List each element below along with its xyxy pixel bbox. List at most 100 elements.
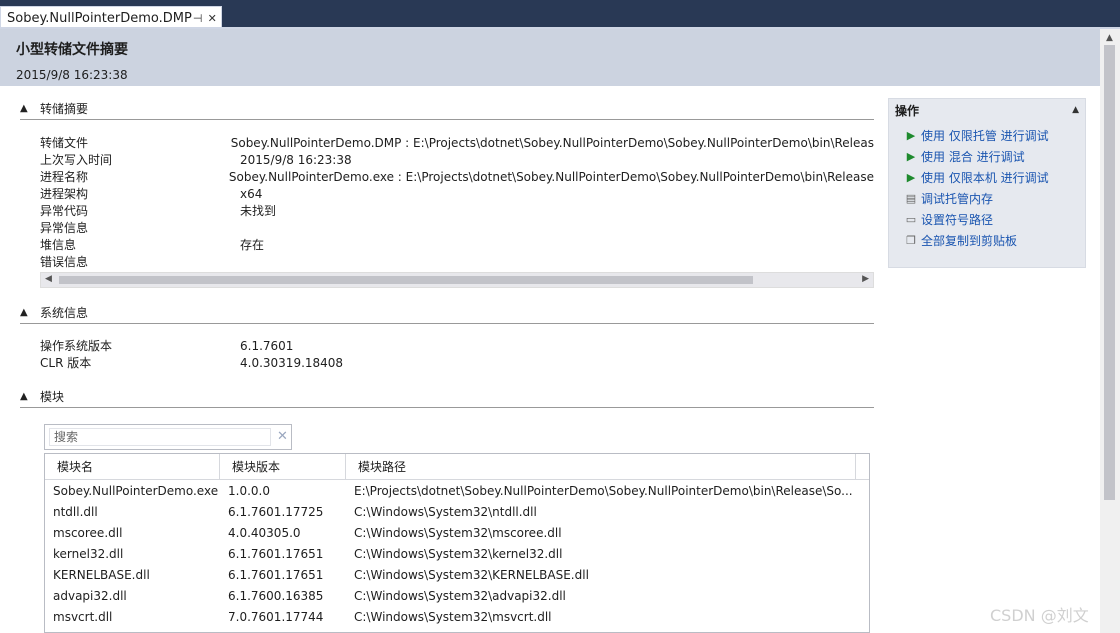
module-search-input[interactable] <box>49 428 271 446</box>
table-row[interactable]: advapi32.dll 6.1.7600.16385 C:\Windows\Sys… <box>45 585 869 606</box>
watermark: CSDN @刘文 <box>990 606 1089 625</box>
actions-panel-title: 操作 <box>895 103 920 118</box>
collapse-chevron-icon[interactable]: ▲ <box>20 307 36 318</box>
dump-summary-row: 堆信息 存在 <box>40 237 874 254</box>
action-label[interactable]: 设置符号路径 <box>921 211 993 228</box>
folder-icon: ▭ <box>905 213 917 226</box>
field-label: 进程名称 <box>40 170 89 184</box>
vertical-scrollbar[interactable]: ▲ <box>1100 29 1120 633</box>
horizontal-scrollbar[interactable]: ◀ ▶ <box>40 272 874 288</box>
field-label: 错误信息 <box>40 255 89 269</box>
action-label[interactable]: 全部复制到剪贴板 <box>921 232 1017 249</box>
actions-panel-header[interactable]: 操作 ▲ <box>889 99 1085 121</box>
action-debug-mixed[interactable]: ▶ 使用 混合 进行调试 <box>903 146 1085 167</box>
module-name-cell: msvcrt.dll <box>53 609 113 624</box>
dump-summary-row: 异常信息 <box>40 220 874 237</box>
module-path-cell: C:\Windows\System32\kernel32.dll <box>354 546 563 561</box>
module-name-cell: advapi32.dll <box>53 588 127 603</box>
module-version-cell: 1.0.0.0 <box>228 483 270 498</box>
field-value: Sobey.NullPointerDemo.exe : E:\Projects\… <box>228 170 874 184</box>
field-value: 6.1.7601 <box>240 339 294 353</box>
modules-table-header: 模块名 模块版本 模块路径 <box>45 454 869 480</box>
actions-panel: 操作 ▲ ▶ 使用 仅限托管 进行调试 ▶ 使用 混合 进行调试 ▶ 使用 仅限… <box>888 98 1086 268</box>
field-label: 操作系统版本 <box>40 339 113 353</box>
collapse-chevron-icon[interactable]: ▲ <box>20 391 36 402</box>
scroll-left-arrow-icon[interactable]: ◀ <box>45 274 52 284</box>
action-label[interactable]: 调试托管内存 <box>921 190 993 207</box>
module-version-cell: 4.0.40305.0 <box>228 525 301 540</box>
module-version-cell: 7.0.7601.17744 <box>228 609 324 624</box>
field-label: CLR 版本 <box>40 356 92 370</box>
field-label: 转储文件 <box>40 136 89 150</box>
vertical-scroll-thumb[interactable] <box>1104 45 1115 500</box>
action-debug-managed-only[interactable]: ▶ 使用 仅限托管 进行调试 <box>903 125 1085 146</box>
table-row[interactable]: kernel32.dll 6.1.7601.17651 C:\Windows\Sys… <box>45 543 869 564</box>
section-modules-header[interactable]: ▲ 模块 <box>20 386 874 408</box>
dump-summary-row: 错误信息 <box>40 254 874 271</box>
module-version-cell: 6.1.7601.17651 <box>228 546 324 561</box>
clear-search-icon[interactable]: ✕ <box>277 429 288 444</box>
document-tab-strip: Sobey.NullPointerDemo.DMP ⊣ ✕ <box>0 0 1120 29</box>
module-search-box: ✕ <box>44 424 292 450</box>
document-tab-title: Sobey.NullPointerDemo.DMP <box>7 10 192 26</box>
table-row[interactable]: Sobey.NullPointerDemo.exe 1.0.0.0 E:\Proje… <box>45 480 869 501</box>
play-icon: ▶ <box>906 129 916 142</box>
table-row[interactable]: msvcrt.dll 7.0.7601.17744 C:\Windows\Syste… <box>45 606 869 627</box>
field-value: 存在 <box>240 238 265 252</box>
column-header-module-name[interactable]: 模块名 <box>45 454 220 479</box>
dump-summary-row: 进程架构 x64 <box>40 186 874 203</box>
page-title: 小型转储文件摘要 <box>16 42 128 58</box>
system-info-row: 操作系统版本 6.1.7601 <box>40 338 343 355</box>
pin-icon[interactable]: ⊣ <box>192 12 204 25</box>
collapse-chevron-icon[interactable]: ▲ <box>1072 105 1079 115</box>
dump-summary-list: 转储文件 Sobey.NullPointerDemo.DMP : E:\Proje… <box>40 135 874 271</box>
module-version-cell: 6.1.7601.17651 <box>228 567 324 582</box>
column-header-module-version[interactable]: 模块版本 <box>220 454 346 479</box>
field-label: 异常代码 <box>40 204 89 218</box>
dump-summary-row: 转储文件 Sobey.NullPointerDemo.DMP : E:\Proje… <box>40 135 874 152</box>
module-name-cell: mscoree.dll <box>53 525 123 540</box>
action-copy-all-to-clipboard[interactable]: ❐ 全部复制到剪贴板 <box>903 230 1085 251</box>
section-system-info-header[interactable]: ▲ 系统信息 <box>20 302 874 324</box>
module-name-cell: Sobey.NullPointerDemo.exe <box>53 483 219 498</box>
action-label[interactable]: 使用 仅限本机 进行调试 <box>921 169 1049 186</box>
action-label[interactable]: 使用 仅限托管 进行调试 <box>921 127 1049 144</box>
document-tab[interactable]: Sobey.NullPointerDemo.DMP ⊣ ✕ <box>0 6 222 29</box>
field-label: 堆信息 <box>40 238 77 252</box>
summary-header: 小型转储文件摘要 2015/9/8 16:23:38 <box>0 29 1100 86</box>
module-version-cell: 6.1.7600.16385 <box>228 588 324 603</box>
collapse-chevron-icon[interactable]: ▲ <box>20 103 36 114</box>
module-path-cell: C:\Windows\System32\advapi32.dll <box>354 588 566 603</box>
module-path-cell: E:\Projects\dotnet\Sobey.NullPointerDemo… <box>354 483 853 498</box>
table-row[interactable]: KERNELBASE.dll 6.1.7601.17651 C:\Windows\S… <box>45 564 869 585</box>
scroll-up-arrow-icon[interactable]: ▲ <box>1106 33 1113 43</box>
copy-icon: ❐ <box>906 234 916 247</box>
module-name-cell: KERNELBASE.dll <box>53 567 150 582</box>
field-label: 异常信息 <box>40 221 89 235</box>
section-system-info-label: 系统信息 <box>40 306 89 320</box>
play-icon: ▶ <box>906 150 916 163</box>
horizontal-scroll-thumb[interactable] <box>59 276 753 284</box>
action-debug-native-only[interactable]: ▶ 使用 仅限本机 进行调试 <box>903 167 1085 188</box>
system-info-list: 操作系统版本 6.1.7601 CLR 版本 4.0.30319.18408 <box>40 338 343 372</box>
table-row[interactable]: ntdll.dll 6.1.7601.17725 C:\Windows\System… <box>45 501 869 522</box>
modules-table: 模块名 模块版本 模块路径 Sobey.NullPointerDemo.exe 1… <box>44 453 870 633</box>
action-set-symbol-paths[interactable]: ▭ 设置符号路径 <box>903 209 1085 230</box>
play-icon: ▶ <box>906 171 916 184</box>
field-value: 2015/9/8 16:23:38 <box>240 153 352 167</box>
dump-summary-row: 上次写入时间 2015/9/8 16:23:38 <box>40 152 874 169</box>
section-dump-summary-label: 转储摘要 <box>40 102 89 116</box>
module-path-cell: C:\Windows\System32\mscoree.dll <box>354 525 562 540</box>
table-row[interactable]: mscoree.dll 4.0.40305.0 C:\Windows\System3… <box>45 522 869 543</box>
close-icon[interactable]: ✕ <box>206 12 218 25</box>
module-name-cell: ntdll.dll <box>53 504 98 519</box>
module-version-cell: 6.1.7601.17725 <box>228 504 324 519</box>
field-label: 进程架构 <box>40 187 89 201</box>
section-dump-summary-header[interactable]: ▲ 转储摘要 <box>20 98 874 120</box>
action-debug-managed-memory[interactable]: ▤ 调试托管内存 <box>903 188 1085 209</box>
field-value: Sobey.NullPointerDemo.DMP : E:\Projects\… <box>230 136 874 150</box>
column-header-module-path[interactable]: 模块路径 <box>346 454 856 479</box>
action-label[interactable]: 使用 混合 进行调试 <box>921 148 1025 165</box>
field-label: 上次写入时间 <box>40 153 113 167</box>
scroll-right-arrow-icon[interactable]: ▶ <box>862 274 869 284</box>
